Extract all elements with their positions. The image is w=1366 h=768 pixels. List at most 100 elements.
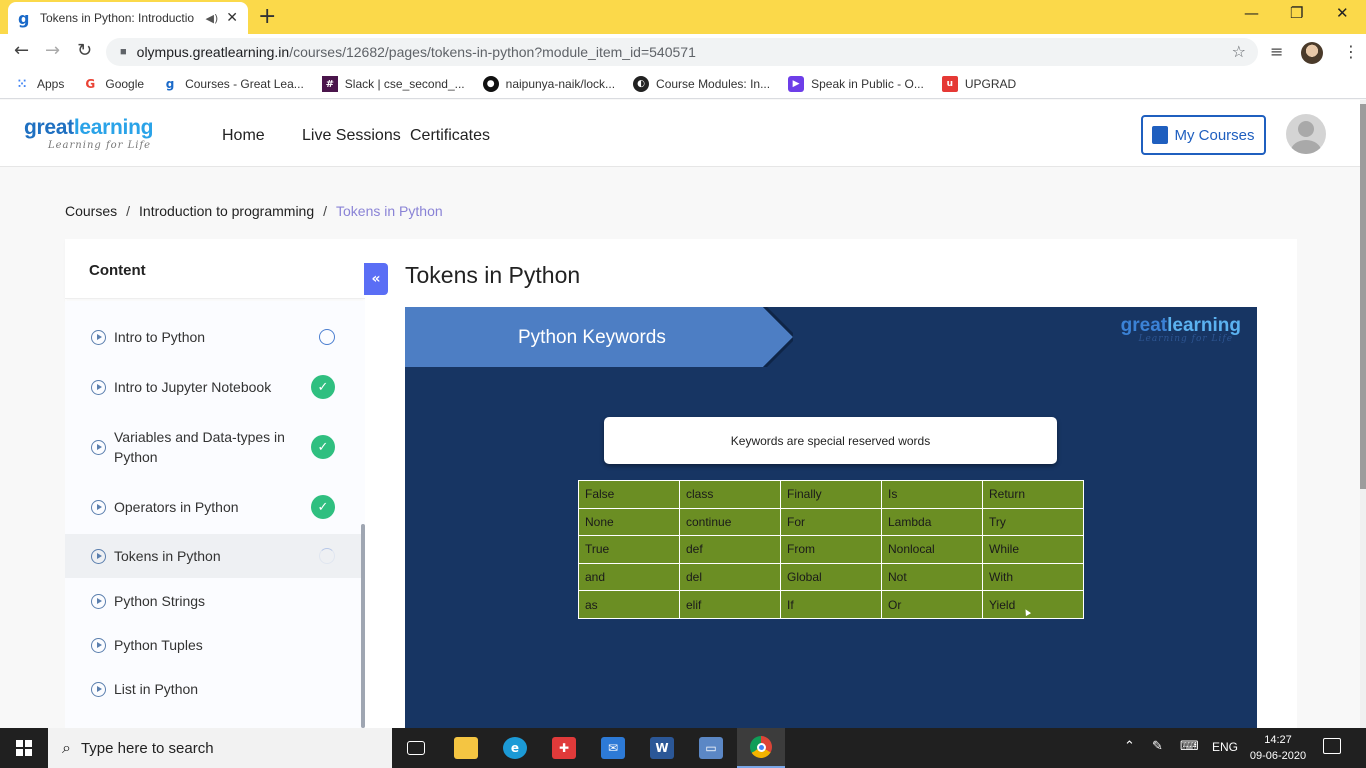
slide-banner: Python Keywords: [405, 307, 793, 367]
bookmark-star-icon[interactable]: ☆: [1232, 42, 1246, 61]
slide-logo-main: great: [1120, 315, 1168, 336]
collapse-sidebar-button[interactable]: «: [364, 263, 388, 295]
table-cell: Global: [780, 562, 882, 592]
user-avatar[interactable]: [1286, 114, 1326, 154]
sidebar-item-label: Tokens in Python: [114, 548, 221, 564]
slide-greatlearning-logo: greatlearning Learning for Life: [1121, 315, 1241, 344]
table-row: None continue For Lambda Try: [578, 507, 1084, 537]
breadcrumb-courses[interactable]: Courses: [65, 203, 117, 219]
upgrad-icon: u: [941, 76, 958, 92]
sidebar-item-tokens[interactable]: Tokens in Python: [65, 534, 361, 578]
sidebar-item-label: List in Python: [114, 681, 199, 697]
slide-logo-tagline: Learning for Life: [1138, 334, 1234, 344]
edge-button[interactable]: e: [491, 728, 539, 768]
play-circle-icon: [91, 593, 106, 609]
globe-icon: ◐: [633, 76, 650, 92]
notification-icon[interactable]: [1323, 738, 1341, 754]
sidebar-item-variables[interactable]: Variables and Data-types in Python ✓: [65, 417, 361, 477]
tray-chevron-up-icon[interactable]: ⌃: [1124, 739, 1135, 754]
sidebar-item-intro-to-python[interactable]: Intro to Python: [65, 317, 361, 357]
browser-menu-icon[interactable]: ⋮: [1343, 42, 1359, 61]
nav-certificates[interactable]: Certificates: [410, 127, 490, 145]
page-scrollbar-thumb[interactable]: [1360, 104, 1366, 489]
table-cell: None: [578, 507, 680, 537]
clock-time: 14:27: [1264, 734, 1292, 746]
word-button[interactable]: W: [638, 728, 686, 768]
bookmark-apps[interactable]: ⁙ Apps: [14, 76, 64, 92]
table-cell: Or: [881, 590, 983, 619]
mail-button[interactable]: ✉: [589, 728, 637, 768]
address-bar[interactable]: ■ olympus.greatlearning.in/courses/12682…: [106, 38, 1258, 66]
bookmark-speak-in-public[interactable]: ▶ Speak in Public - O...: [788, 76, 924, 92]
bookmark-slack[interactable]: # Slack | cse_second_...: [321, 76, 465, 92]
table-cell: and: [578, 562, 680, 592]
pen-icon[interactable]: ✎: [1152, 739, 1163, 754]
bookmark-course-modules[interactable]: ◐ Course Modules: In...: [633, 76, 770, 92]
tab-close-icon[interactable]: ✕: [226, 10, 238, 26]
slide-logo-accent: learning: [1167, 315, 1241, 336]
table-cell: Is: [881, 480, 983, 509]
taskbar-search[interactable]: ⌕ Type here to search: [48, 728, 392, 768]
nav-live-sessions[interactable]: Live Sessions: [302, 127, 401, 145]
forward-icon[interactable]: →: [45, 40, 60, 61]
minimize-icon[interactable]: —: [1244, 4, 1259, 22]
gift-app-button[interactable]: ✚: [540, 728, 588, 768]
media-queue-icon[interactable]: ≡: [1270, 42, 1283, 61]
edge-icon: e: [503, 737, 527, 759]
slide-callout: Keywords are special reserved words: [604, 417, 1057, 464]
table-cell: as: [578, 590, 680, 619]
bookmark-upgrad[interactable]: u UPGRAD: [941, 76, 1016, 92]
back-icon[interactable]: ←: [14, 40, 29, 61]
task-view-button[interactable]: [392, 728, 440, 768]
sidebar-item-list-in-python[interactable]: List in Python: [65, 669, 361, 709]
new-tab-icon[interactable]: +: [258, 4, 276, 29]
url-domain: olympus.greatlearning.in: [136, 44, 290, 60]
remote-desktop-button[interactable]: ▭: [687, 728, 735, 768]
close-window-icon[interactable]: ✕: [1336, 4, 1349, 22]
sidebar-list[interactable]: Intro to Python Intro to Jupyter Noteboo…: [65, 301, 365, 728]
bookmark-github[interactable]: ● naipunya-naik/lock...: [482, 76, 615, 92]
tab-title: Tokens in Python: Introductio: [40, 11, 195, 25]
play-circle-icon: [91, 379, 106, 395]
sidebar-item-operators[interactable]: Operators in Python ✓: [65, 487, 361, 527]
sidebar-item-python-tuples[interactable]: Python Tuples: [65, 625, 361, 665]
browser-tab[interactable]: g Tokens in Python: Introductio ◀) ✕: [8, 2, 248, 34]
breadcrumb-separator: /: [323, 203, 328, 219]
chrome-button[interactable]: [737, 728, 785, 768]
my-courses-button[interactable]: My Courses: [1141, 115, 1266, 155]
word-icon: W: [650, 737, 674, 759]
my-courses-label: My Courses: [1174, 126, 1255, 144]
sidebar-item-intro-to-jupyter[interactable]: Intro to Jupyter Notebook ✓: [65, 367, 361, 407]
keyboard-icon[interactable]: ⌨: [1180, 739, 1199, 754]
table-row: as elif If Or Yield: [578, 590, 1084, 619]
table-cell: While: [982, 535, 1084, 564]
chrome-icon: [750, 736, 772, 758]
clock-date: 09-06-2020: [1249, 750, 1307, 762]
nav-home[interactable]: Home: [222, 127, 265, 145]
table-cell: False: [578, 480, 680, 509]
mail-icon: ✉: [601, 737, 625, 759]
file-explorer-button[interactable]: [442, 728, 490, 768]
bookmark-courses[interactable]: g Courses - Great Lea...: [162, 76, 304, 92]
reload-icon[interactable]: ↻: [77, 40, 92, 61]
table-cell: Return: [982, 480, 1084, 509]
greatlearning-logo[interactable]: greatlearning Learning for Life: [24, 116, 153, 151]
start-button[interactable]: [0, 728, 48, 768]
profile-avatar[interactable]: [1301, 42, 1323, 64]
restore-icon[interactable]: ❐: [1290, 4, 1303, 22]
breadcrumb-introduction[interactable]: Introduction to programming: [139, 203, 314, 219]
sidebar-item-python-strings[interactable]: Python Strings: [65, 581, 361, 621]
greatlearning-icon: g: [165, 77, 175, 91]
speak-icon: ▶: [788, 76, 805, 92]
sidebar-title: Content: [65, 239, 365, 299]
bookmark-google[interactable]: G Google: [82, 76, 144, 92]
book-icon: [1152, 126, 1169, 144]
play-circle-icon: [91, 499, 106, 515]
page-scrollbar[interactable]: [1360, 100, 1366, 728]
keywords-table: False class Finally Is Return None conti…: [578, 480, 1084, 619]
audio-playing-icon[interactable]: ◀): [206, 12, 219, 25]
taskbar-clock[interactable]: 14:27 09-06-2020: [1249, 732, 1307, 764]
not-started-circle-icon: [319, 329, 335, 345]
language-indicator[interactable]: ENG: [1212, 740, 1238, 754]
play-circle-icon: [91, 439, 106, 455]
